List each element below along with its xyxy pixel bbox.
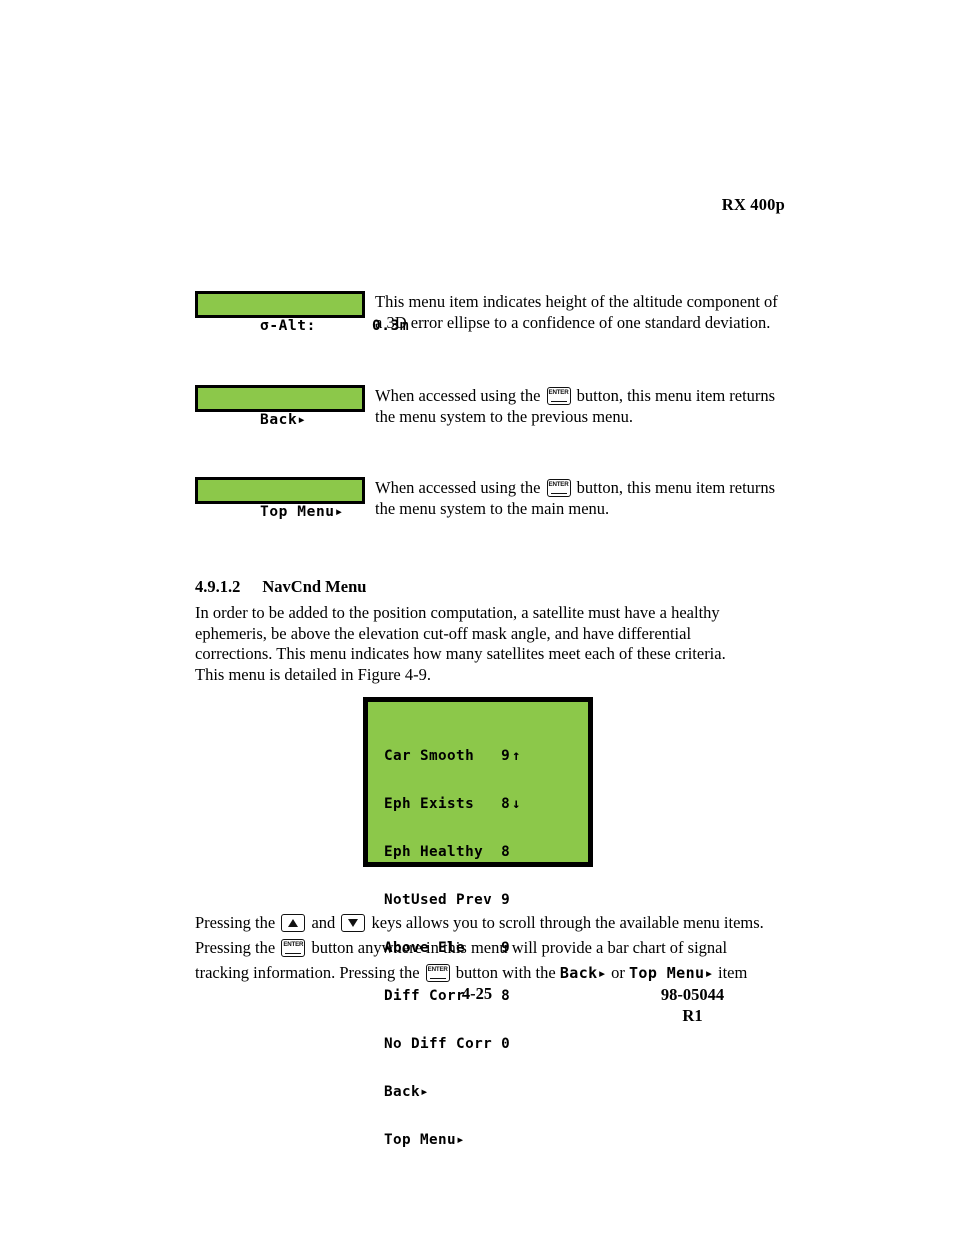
- arrow-up-key-icon: [281, 914, 306, 932]
- navcnd-row-top-menu[interactable]: Top Menu▸: [384, 1132, 588, 1148]
- menu-item-row-sigma-alt: σ-Alt: 0.3m This menu item indicates hei…: [195, 291, 785, 334]
- scroll-down-indicator-icon[interactable]: ↓: [512, 796, 521, 812]
- menu-item-row-back: Back▸ When accessed using the button, th…: [195, 385, 785, 428]
- navcnd-row-text: Eph Healthy 8: [384, 844, 511, 860]
- footer-page-number: 4-25: [461, 984, 493, 1003]
- navcnd-row-eph-healthy[interactable]: Eph Healthy 8: [384, 844, 588, 860]
- document-page: RX 400p σ-Alt: 0.3m This menu item indic…: [0, 0, 954, 1235]
- navcnd-row-text: Back▸: [384, 1084, 430, 1100]
- navcnd-row-text: Car Smooth 9: [384, 748, 511, 764]
- enter-key-icon: [281, 939, 306, 957]
- enter-key-icon: [546, 479, 571, 497]
- closing-text-1: Pressing the: [195, 913, 276, 932]
- closing-paragraph: Pressing the and keys allows you to scro…: [195, 910, 775, 986]
- navcnd-row-eph-exists[interactable]: Eph Exists 8 ↓: [384, 796, 588, 812]
- navcnd-row-notused-prev[interactable]: NotUsed Prev 9: [384, 892, 588, 908]
- lcd-text-back: Back▸: [259, 412, 307, 428]
- closing-text-5: button with the: [455, 963, 556, 982]
- enter-key-icon: [546, 387, 571, 405]
- section-number: 4.9.1.2: [195, 577, 241, 596]
- navcnd-row-text: Top Menu▸: [384, 1132, 466, 1148]
- desc-top-menu-part1: When accessed using the: [375, 478, 541, 497]
- section-title: NavCnd Menu: [262, 577, 367, 596]
- inline-lcd-top-menu-label: Top Menu▸: [629, 964, 714, 982]
- navcnd-row-car-smooth[interactable]: Car Smooth 9 ↑: [384, 748, 588, 764]
- closing-text-9: item: [718, 963, 748, 982]
- lcd-display-sigma-alt[interactable]: σ-Alt: 0.3m: [195, 291, 409, 334]
- scroll-up-indicator-icon[interactable]: ↑: [512, 748, 521, 764]
- arrow-down-key-icon: [341, 914, 366, 932]
- section-intro-paragraph: In order to be added to the position com…: [195, 603, 726, 684]
- navcnd-row-no-diff-corr[interactable]: No Diff Corr 0: [384, 1036, 588, 1052]
- desc-back-part1: When accessed using the: [375, 386, 541, 405]
- lcd-display-back[interactable]: Back▸: [195, 385, 365, 428]
- footer-revision: R1: [682, 1006, 703, 1025]
- lcd-display-top-menu[interactable]: Top Menu▸: [195, 477, 365, 520]
- navcnd-row-back[interactable]: Back▸: [384, 1084, 588, 1100]
- menu-item-description-sigma-alt: This menu item indicates height of the a…: [375, 292, 778, 332]
- inline-lcd-back-label: Back▸: [559, 964, 607, 982]
- closing-text-7: or: [611, 963, 625, 982]
- footer-doc-number: 98-05044: [660, 985, 725, 1004]
- section-heading: 4.9.1.2 NavCnd Menu: [195, 577, 366, 597]
- menu-item-description-top-menu: When accessed using the button, this men…: [375, 477, 785, 519]
- navcnd-menu-figure[interactable]: Car Smooth 9 ↑ Eph Exists 8 ↓ Eph Healthy …: [363, 697, 593, 1148]
- navcnd-row-text: Eph Exists 8: [384, 796, 511, 812]
- enter-key-icon: [425, 964, 450, 982]
- menu-item-row-top-menu: Top Menu▸ When accessed using the button…: [195, 477, 785, 520]
- footer-doc-info: 98-05044 R1: [600, 984, 785, 1026]
- page-header-title: RX 400p: [721, 195, 785, 214]
- lcd-text-top-menu: Top Menu▸: [259, 504, 344, 520]
- navcnd-row-text: No Diff Corr 0: [384, 1036, 511, 1052]
- navcnd-row-text: NotUsed Prev 9: [384, 892, 511, 908]
- menu-item-description-back: When accessed using the button, this men…: [375, 385, 785, 427]
- closing-text-2: and: [311, 913, 336, 932]
